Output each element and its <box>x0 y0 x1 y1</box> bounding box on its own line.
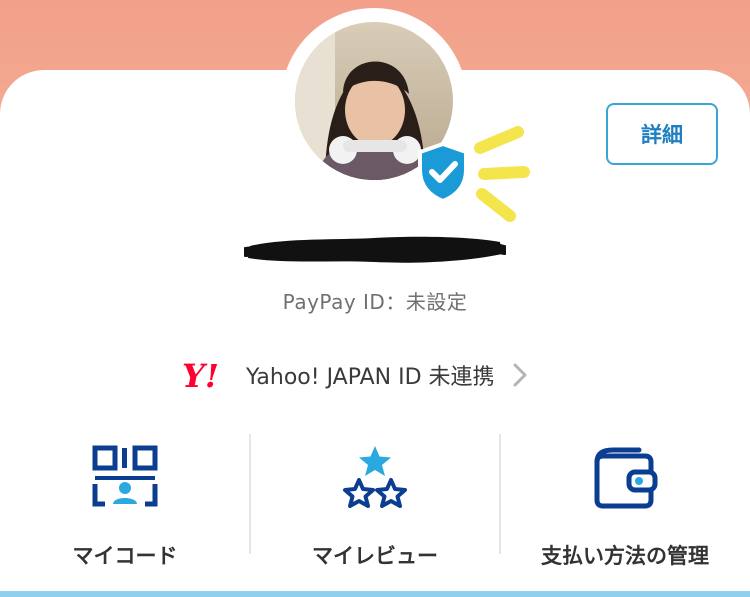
my-code-label: マイコード <box>72 544 178 568</box>
bottom-accent-bar <box>0 591 750 597</box>
qr-code-user-icon <box>92 445 158 507</box>
my-review-label: マイレビュー <box>312 544 438 568</box>
stars-icon <box>343 446 407 508</box>
wallet-icon <box>594 447 658 509</box>
detail-button[interactable]: 詳細 <box>606 103 718 165</box>
my-code-button[interactable]: マイコード <box>0 440 250 570</box>
chevron-right-icon <box>513 363 526 387</box>
redacted-name <box>244 236 506 263</box>
svg-text:Y!: Y! <box>182 359 219 391</box>
yahoo-logo: Y! <box>182 359 219 391</box>
payment-methods-label: 支払い方法の管理 <box>541 544 709 568</box>
yahoo-link-label: Yahoo! JAPAN ID 未連携 <box>246 365 495 390</box>
paypay-id-status: PayPay ID：未設定 <box>282 290 468 314</box>
verified-shield-icon <box>418 141 468 204</box>
yahoo-japan-id-link[interactable]: Y! Yahoo! JAPAN ID 未連携 <box>180 355 529 395</box>
payment-methods-button[interactable]: 支払い方法の管理 <box>500 440 750 570</box>
my-review-button[interactable]: マイレビュー <box>250 440 500 570</box>
sparkle-marks-icon <box>474 126 530 222</box>
